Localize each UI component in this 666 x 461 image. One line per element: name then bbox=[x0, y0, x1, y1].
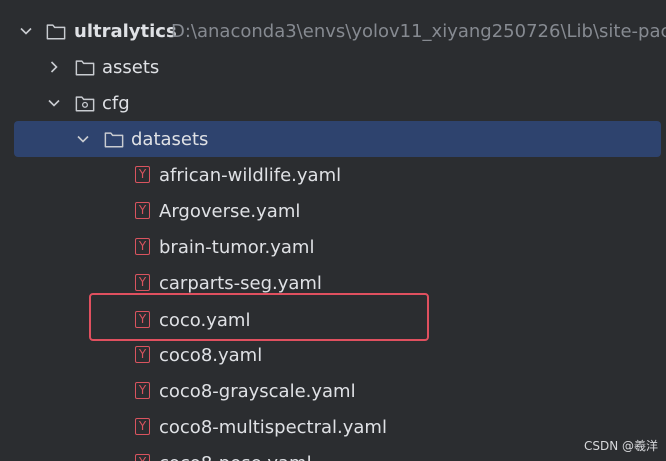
tree-row-file[interactable]: Y brain-tumor.yaml bbox=[0, 229, 666, 265]
folder-icon bbox=[46, 24, 66, 40]
yaml-file-icon: Y bbox=[135, 166, 150, 183]
file-label: carparts-seg.yaml bbox=[159, 272, 322, 294]
yaml-file-icon: Y bbox=[135, 382, 150, 399]
file-label: coco8-multispectral.yaml bbox=[159, 416, 387, 438]
folder-icon bbox=[104, 132, 124, 148]
tree-row-file[interactable]: Y african-wildlife.yaml bbox=[0, 157, 666, 193]
folder-label-assets: assets bbox=[102, 56, 160, 78]
chevron-right-icon[interactable] bbox=[46, 59, 62, 75]
file-label: Argoverse.yaml bbox=[159, 200, 301, 222]
yaml-file-icon: Y bbox=[135, 202, 150, 219]
tree-root-label: ultralytics bbox=[74, 20, 177, 42]
yaml-file-icon: Y bbox=[135, 418, 150, 435]
file-label: brain-tumor.yaml bbox=[159, 236, 315, 258]
file-label: coco8-pose.yaml bbox=[159, 453, 312, 461]
tree-row-datasets[interactable]: datasets bbox=[0, 121, 666, 157]
tree-row-file[interactable]: Y coco8.yaml bbox=[0, 337, 666, 373]
chevron-down-icon[interactable] bbox=[18, 23, 34, 39]
tree-row-file[interactable]: Y coco8-grayscale.yaml bbox=[0, 373, 666, 409]
chevron-down-icon[interactable] bbox=[75, 131, 91, 147]
chevron-down-icon[interactable] bbox=[46, 95, 62, 111]
yaml-file-icon: Y bbox=[135, 238, 150, 255]
tree-row-file[interactable]: Y coco8-multispectral.yaml bbox=[0, 409, 666, 445]
yaml-file-icon: Y bbox=[135, 346, 150, 363]
file-label: coco8-grayscale.yaml bbox=[159, 380, 356, 402]
file-label: african-wildlife.yaml bbox=[159, 164, 342, 186]
tree-row-file[interactable]: Y Argoverse.yaml bbox=[0, 193, 666, 229]
project-tree: ultralytics D:\anaconda3\envs\yolov11_xi… bbox=[0, 0, 666, 461]
tree-row-cfg[interactable]: cfg bbox=[0, 85, 666, 121]
tree-row-ultralytics[interactable]: ultralytics D:\anaconda3\envs\yolov11_xi… bbox=[0, 13, 666, 49]
yaml-file-icon: Y bbox=[135, 454, 150, 461]
folder-icon bbox=[75, 60, 95, 76]
watermark: CSDN @羲洋 bbox=[583, 439, 658, 453]
config-folder-icon bbox=[75, 96, 95, 112]
file-label: coco8.yaml bbox=[159, 344, 263, 366]
yaml-file-icon: Y bbox=[135, 274, 150, 291]
tree-row-assets[interactable]: assets bbox=[0, 49, 666, 85]
annotation-highlight-box bbox=[89, 293, 429, 341]
tree-row-file[interactable]: Y coco8-pose.yaml bbox=[0, 445, 666, 461]
folder-label-datasets: datasets bbox=[131, 128, 209, 150]
root-path-hint: D:\anaconda3\envs\yolov11_xiyang250726\L… bbox=[171, 20, 666, 42]
folder-label-cfg: cfg bbox=[102, 92, 130, 114]
